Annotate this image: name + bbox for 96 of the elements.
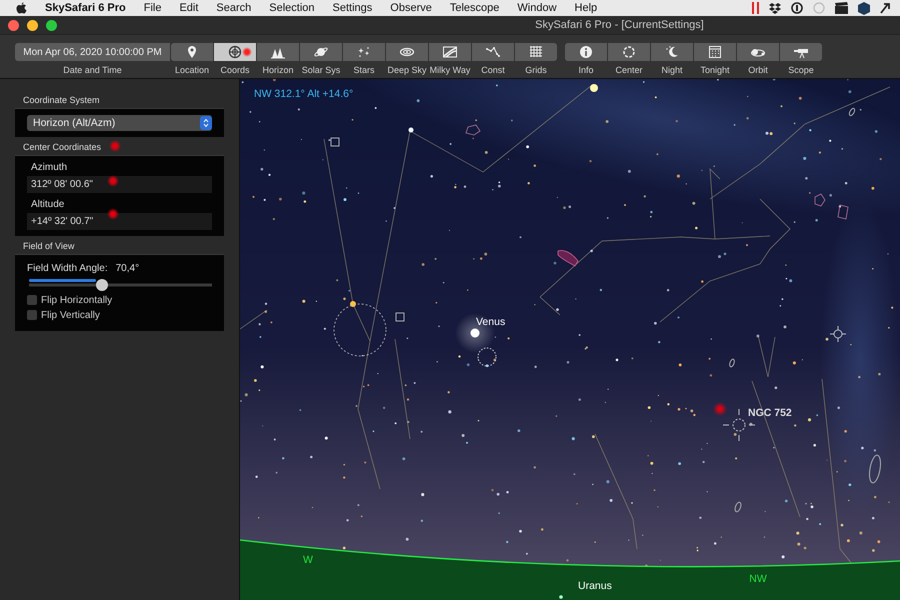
crosshair-icon[interactable]: [830, 326, 846, 342]
field-width-reading: 70,4°: [116, 263, 140, 274]
app-menu[interactable]: SkySafari 6 Pro: [45, 2, 126, 14]
minimize-button[interactable]: [27, 20, 38, 30]
circle-icon[interactable]: [791, 2, 803, 14]
target-icon: [228, 45, 242, 59]
menu-item[interactable]: Edit: [179, 2, 198, 14]
checkbox-label: Flip Vertically: [41, 310, 100, 320]
planet-dot[interactable]: [470, 328, 480, 338]
menu-item[interactable]: Window: [517, 2, 557, 14]
circle-icon: [622, 45, 636, 59]
window-title: SkySafari 6 Pro - [CurrentSettings]: [534, 19, 705, 31]
zoom-button[interactable]: [46, 20, 57, 30]
compass-label: W: [303, 554, 313, 566]
click-highlight: [242, 47, 252, 57]
toolbar-button[interactable]: [608, 43, 650, 61]
menu-item[interactable]: Search: [216, 2, 252, 14]
pause-icon[interactable]: [752, 2, 759, 14]
star-cluster-marker[interactable]: [334, 304, 386, 356]
coordinate-system-dropdown[interactable]: Horizon (Alt/Azm): [27, 115, 212, 131]
toolbar-label: Coords: [220, 65, 250, 75]
toolbar-label: Milky Way: [430, 65, 470, 75]
square-marker[interactable]: [330, 138, 340, 146]
toolbar-label: Tonight: [700, 65, 730, 75]
toolbar-button[interactable]: [565, 43, 607, 61]
menu-item[interactable]: Telescope: [450, 2, 500, 14]
galaxy-icon: [400, 45, 414, 59]
click-highlight: [713, 402, 727, 416]
toolbar-button[interactable]: [257, 43, 299, 61]
view-direction-readout: NW 312.1° Alt +14.6°: [254, 88, 354, 100]
toolbar-button[interactable]: [651, 43, 693, 61]
toolbar-label: Grids: [525, 65, 547, 75]
toolbar-label: Scope: [788, 65, 814, 75]
planet-icon: [314, 45, 328, 59]
toolbar-button[interactable]: [472, 43, 514, 61]
toolbar-button[interactable]: [780, 43, 822, 61]
click-highlight: [107, 208, 119, 220]
date-time-button[interactable]: Mon Apr 06, 2020 10:00:00 PM: [15, 43, 170, 61]
arrow-icon[interactable]: [880, 2, 892, 14]
toolbar-button[interactable]: [171, 43, 213, 61]
compass-label: NW: [749, 573, 767, 585]
clapper-icon[interactable]: [835, 2, 848, 14]
toolbar-label: Deep Sky: [387, 65, 427, 75]
toolbar-button[interactable]: [214, 43, 256, 61]
toolbar-label: Info: [578, 65, 594, 75]
toolbar-button[interactable]: [694, 43, 736, 61]
click-highlight: [109, 140, 121, 152]
moon-icon: [665, 45, 679, 59]
toolbar-label: Night: [661, 65, 682, 75]
toolbar-button[interactable]: [300, 43, 342, 61]
stars-icon: [357, 45, 371, 59]
toolbar-label: Location: [174, 65, 210, 75]
toolbar-label: Const: [481, 65, 505, 75]
toolbar-button[interactable]: [386, 43, 428, 61]
object-label[interactable]: NGC 752: [748, 407, 792, 419]
menu-item[interactable]: Settings: [332, 2, 372, 14]
click-highlight: [107, 175, 119, 187]
object-label[interactable]: Uranus: [578, 580, 612, 592]
toolbar-label: Date and Time: [63, 65, 122, 75]
menu-item[interactable]: Help: [574, 2, 598, 14]
planet-dot[interactable]: [559, 595, 563, 599]
checkbox[interactable]: [27, 295, 37, 305]
toolbar-label: Stars: [353, 65, 374, 75]
square-marker[interactable]: [396, 312, 404, 322]
info-icon: [579, 45, 593, 59]
slider-thumb[interactable]: [96, 278, 108, 290]
toolbar-label: Center: [615, 65, 642, 75]
checkbox[interactable]: [27, 310, 37, 320]
stepper-icon: [203, 118, 209, 128]
toolbar-button[interactable]: [737, 43, 779, 61]
hexagon-icon[interactable]: [858, 2, 870, 14]
menu-item[interactable]: Observe: [390, 2, 432, 14]
toolbar-label: Horizon: [262, 65, 294, 75]
grid-icon: [529, 45, 543, 59]
coordinate-field[interactable]: +14º 32' 00.7": [27, 213, 212, 230]
menu-item[interactable]: File: [144, 2, 162, 14]
field-label: Altitude: [30, 198, 66, 212]
toolbar-label: Orbit: [748, 65, 768, 75]
calendar-icon: [708, 45, 722, 59]
pin-icon: [185, 45, 199, 59]
star-cluster-marker[interactable]: [478, 348, 496, 366]
close-button[interactable]: [8, 20, 19, 30]
field-label: Field Width Angle:: [27, 263, 108, 274]
toolbar-button[interactable]: [515, 43, 557, 61]
box-icon[interactable]: [769, 2, 781, 14]
nebula-outline-drawing: [558, 250, 578, 266]
milky-way-icon: [443, 45, 457, 59]
apple-icon[interactable]: [16, 2, 27, 14]
field-label: Azimuth: [30, 161, 68, 175]
object-label[interactable]: Venus: [476, 316, 506, 328]
coordinate-field[interactable]: 312º 08' 00.6": [27, 176, 212, 193]
toolbar-label: Solar Sys: [302, 65, 340, 75]
checkbox-label: Flip Horizontally: [41, 294, 112, 306]
menu-item[interactable]: Selection: [269, 2, 315, 14]
constellation-icon: [486, 45, 500, 59]
toolbar-button[interactable]: [429, 43, 471, 61]
